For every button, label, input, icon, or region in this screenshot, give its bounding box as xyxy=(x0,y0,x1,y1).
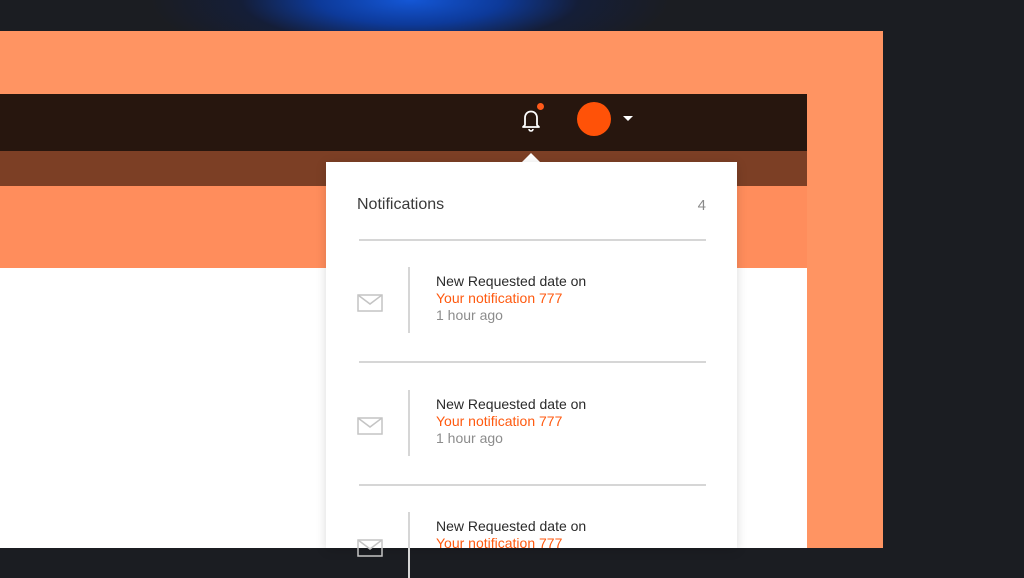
notifications-header: Notifications 4 xyxy=(357,194,706,216)
list-item[interactable]: New Requested date on Your notification … xyxy=(357,512,706,578)
item-link[interactable]: Your notification 777 xyxy=(436,535,706,552)
dropdown-arrow xyxy=(522,153,540,162)
divider xyxy=(359,239,706,241)
mail-icon xyxy=(357,294,383,312)
item-time: 1 hour ago xyxy=(436,307,503,323)
item-title: New Requested date on xyxy=(436,518,587,534)
notifications-title: Notifications xyxy=(357,196,445,213)
mail-icon xyxy=(357,417,383,435)
mail-icon xyxy=(357,539,383,557)
item-text: New Requested date on Your notification … xyxy=(436,396,706,447)
item-separator xyxy=(408,267,410,333)
caret-down-icon[interactable] xyxy=(623,116,633,121)
notification-dot xyxy=(537,103,544,110)
item-link[interactable]: Your notification 777 xyxy=(436,290,706,307)
item-title: New Requested date on xyxy=(436,396,587,412)
avatar[interactable] xyxy=(577,102,611,136)
notifications-count: 4 xyxy=(697,196,706,214)
item-separator xyxy=(408,390,410,456)
divider xyxy=(359,361,706,363)
top-navbar xyxy=(0,94,807,151)
item-text: New Requested date on Your notification … xyxy=(436,518,706,552)
list-item[interactable]: New Requested date on Your notification … xyxy=(357,390,706,456)
divider xyxy=(359,484,706,486)
list-item[interactable]: New Requested date on Your notification … xyxy=(357,267,706,333)
item-time: 1 hour ago xyxy=(436,430,503,446)
item-title: New Requested date on xyxy=(436,273,587,289)
item-text: New Requested date on Your notification … xyxy=(436,273,706,324)
notifications-dropdown: Notifications 4 New Requested date on Yo… xyxy=(326,162,737,578)
item-link[interactable]: Your notification 777 xyxy=(436,413,706,430)
item-separator xyxy=(408,512,410,578)
